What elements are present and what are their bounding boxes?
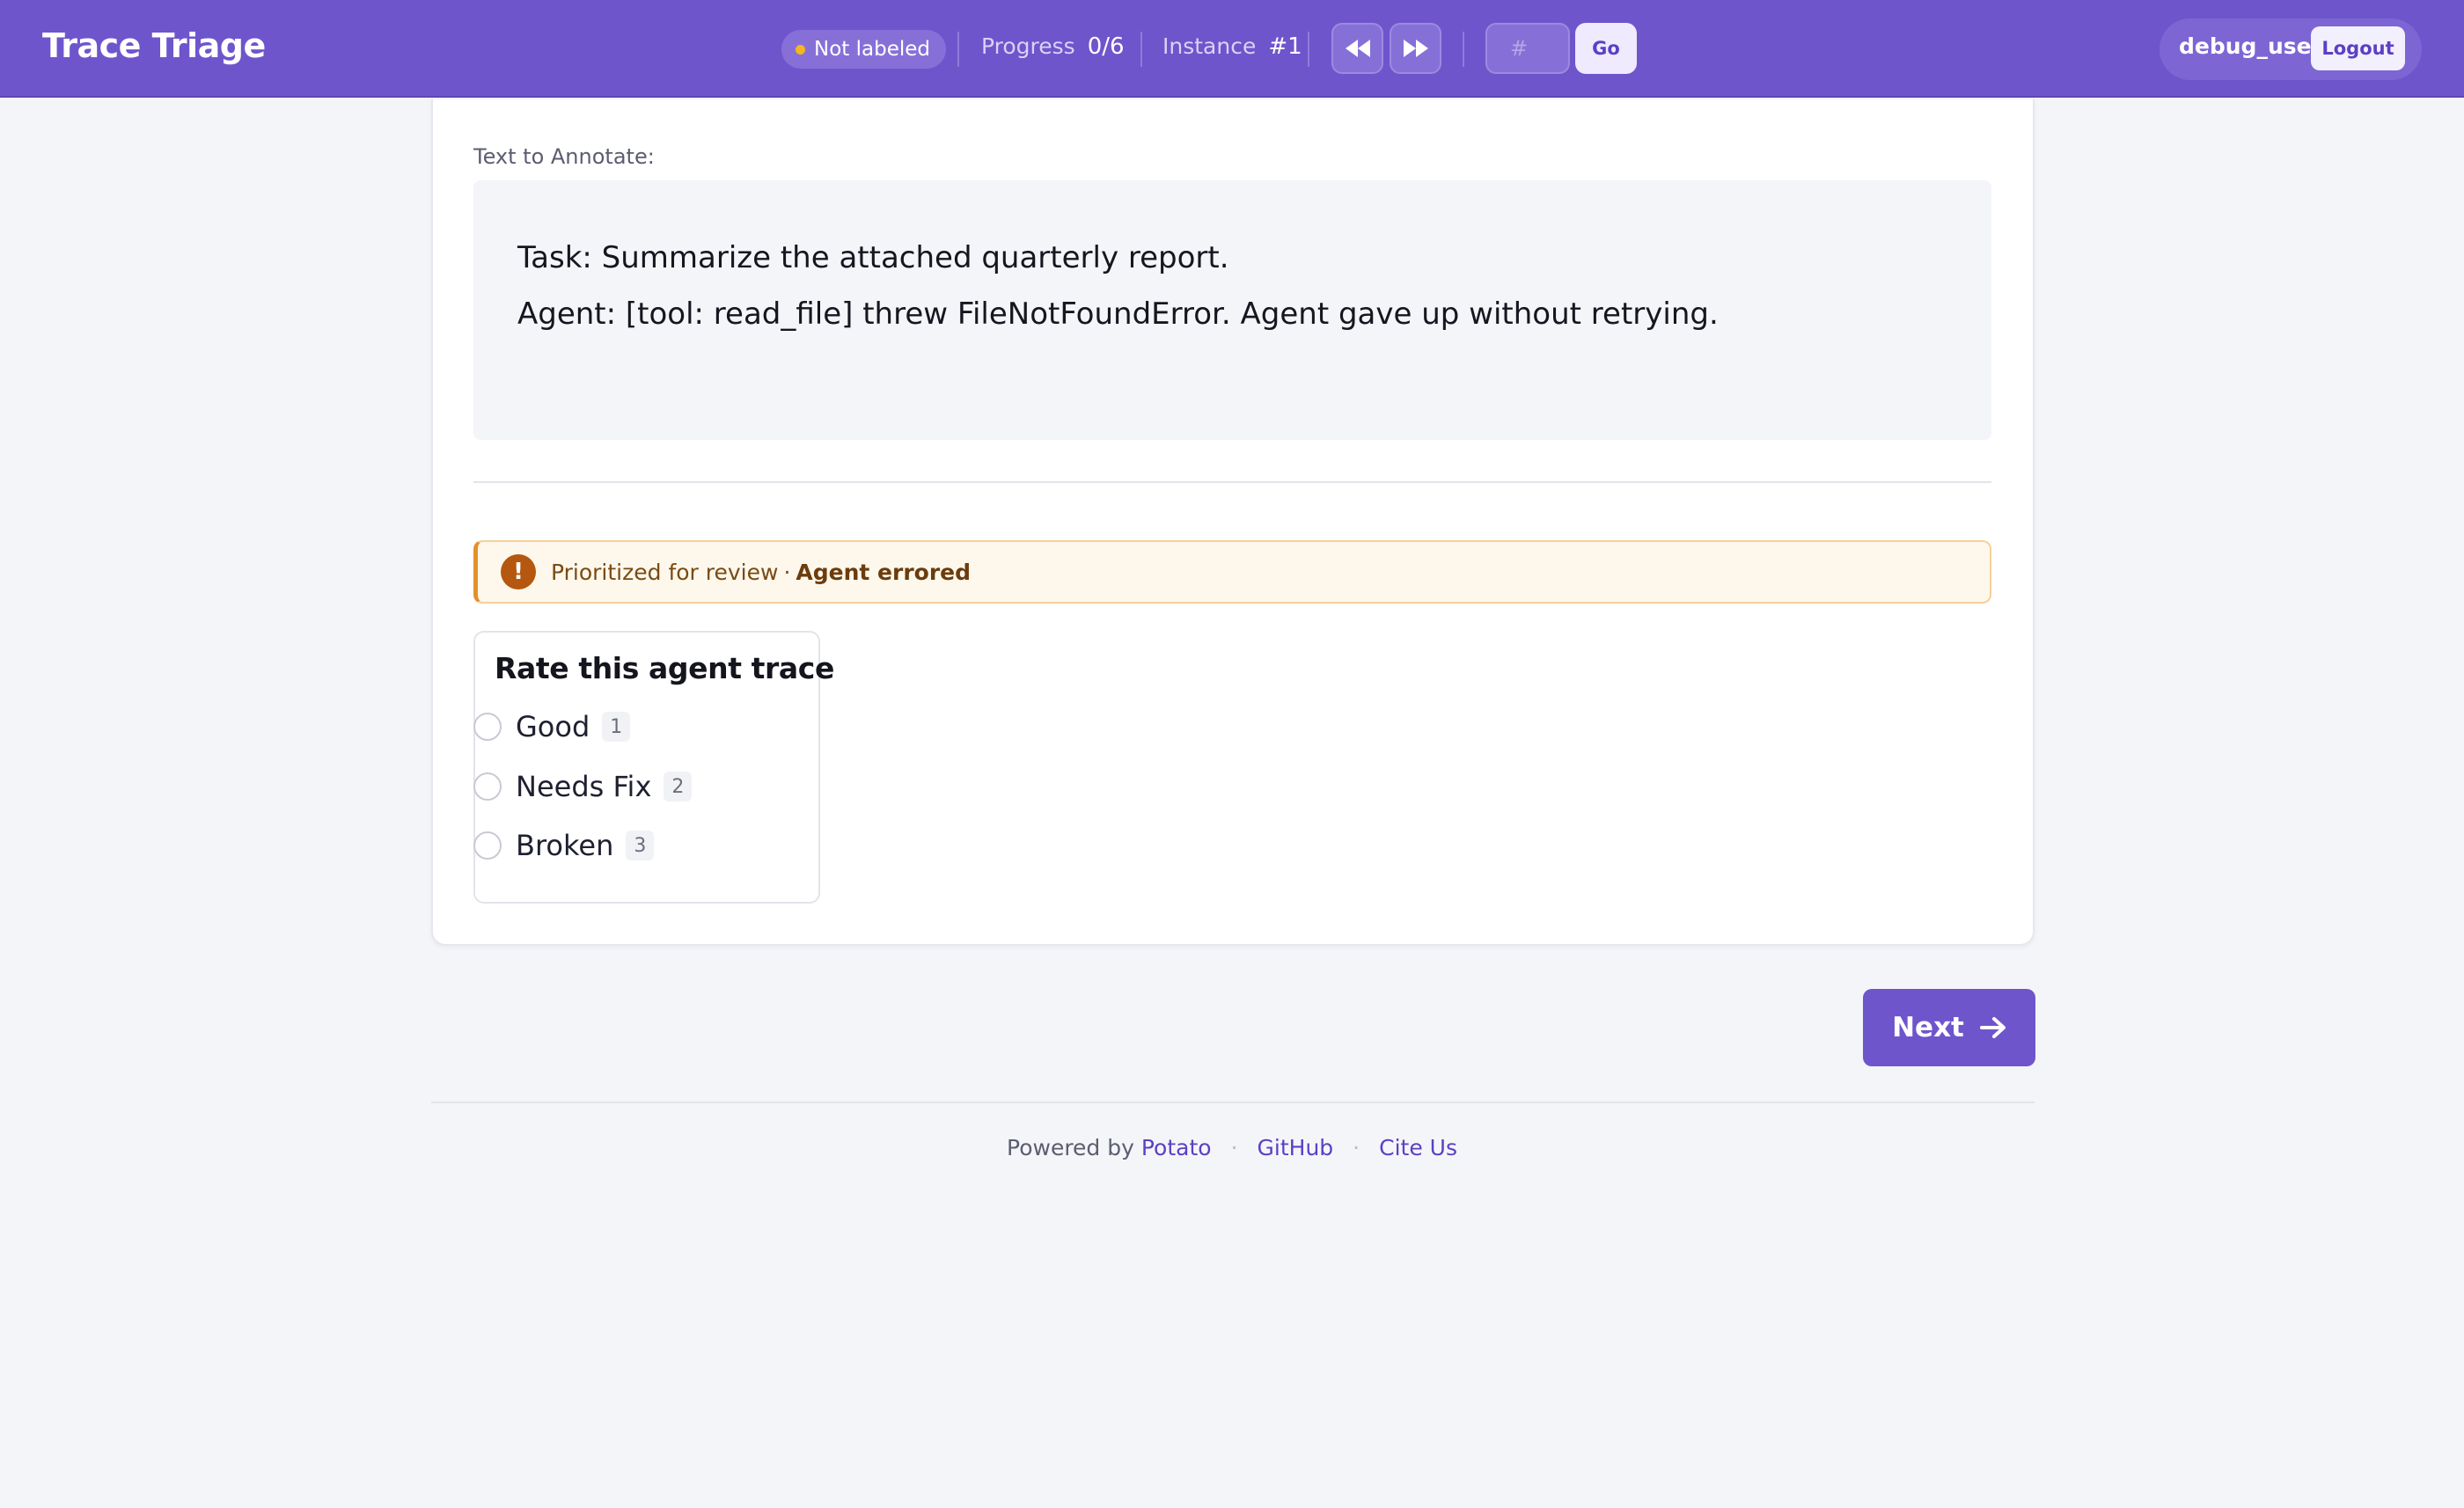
status-badge: Not labeled (781, 30, 946, 69)
progress-label: Progress (981, 33, 1075, 59)
fast-forward-icon (1403, 40, 1428, 57)
section-divider (473, 481, 1991, 483)
footer-divider (431, 1102, 2035, 1103)
divider (1308, 32, 1309, 67)
rating-option-needs-fix[interactable]: Needs Fix 2 (473, 770, 693, 803)
previous-instance-button[interactable] (1331, 23, 1383, 74)
radio-button[interactable] (473, 831, 502, 860)
footer-separator: · (1353, 1135, 1360, 1160)
shortcut-key-badge: 3 (626, 831, 655, 860)
divider (1463, 32, 1464, 67)
github-link[interactable]: GitHub (1258, 1135, 1334, 1160)
priority-text: Prioritized for review (551, 559, 779, 585)
instance-indicator: Instance #1 (1162, 33, 1302, 60)
option-label: Good (516, 710, 590, 743)
powered-by-text: Powered by (1007, 1135, 1134, 1160)
annotation-text-box: Task: Summarize the attached quarterly r… (473, 180, 1991, 440)
priority-alert: ! Prioritized for review · Agent errored (473, 540, 1991, 604)
status-label: Not labeled (814, 38, 930, 61)
rating-title: Rate this agent trace (495, 651, 834, 685)
instance-value: #1 (1268, 33, 1302, 60)
trace-task-line: Task: Summarize the attached quarterly r… (517, 240, 1229, 275)
go-button[interactable]: Go (1575, 23, 1637, 74)
priority-reason: Agent errored (796, 559, 972, 585)
rewind-icon (1345, 40, 1370, 57)
progress-value: 0/6 (1087, 33, 1125, 60)
arrow-right-icon (1979, 1017, 2006, 1038)
footer: Powered by Potato · GitHub · Cite Us (0, 1135, 2464, 1160)
option-label: Broken (516, 829, 614, 862)
instance-jump-input[interactable] (1485, 23, 1570, 74)
radio-button[interactable] (473, 772, 502, 801)
rating-option-good[interactable]: Good 1 (473, 710, 631, 743)
status-dot-icon (796, 44, 805, 55)
exclamation-icon: ! (501, 554, 536, 589)
next-instance-button[interactable] (1390, 23, 1441, 74)
instance-label: Instance (1162, 33, 1257, 59)
trace-agent-line: Agent: [tool: read_file] threw FileNotFo… (517, 296, 1719, 332)
app-title: Trace Triage (42, 26, 266, 65)
rating-option-broken[interactable]: Broken 3 (473, 829, 655, 862)
option-label: Needs Fix (516, 770, 652, 803)
radio-button[interactable] (473, 713, 502, 741)
next-label: Next (1892, 1012, 1964, 1043)
priority-separator: · (783, 559, 791, 585)
potato-link[interactable]: Potato (1141, 1135, 1212, 1160)
footer-separator: · (1230, 1135, 1238, 1160)
divider (1140, 32, 1142, 67)
top-navbar: Trace Triage Not labeled Progress 0/6 In… (0, 0, 2464, 98)
cite-us-link[interactable]: Cite Us (1379, 1135, 1457, 1160)
divider (957, 32, 959, 67)
next-button[interactable]: Next (1863, 989, 2035, 1066)
progress-indicator: Progress 0/6 (981, 33, 1125, 60)
text-to-annotate-label: Text to Annotate: (473, 144, 655, 169)
shortcut-key-badge: 1 (602, 712, 631, 742)
username: debug_user (2179, 33, 2322, 59)
shortcut-key-badge: 2 (664, 772, 693, 802)
logout-button[interactable]: Logout (2311, 26, 2405, 70)
